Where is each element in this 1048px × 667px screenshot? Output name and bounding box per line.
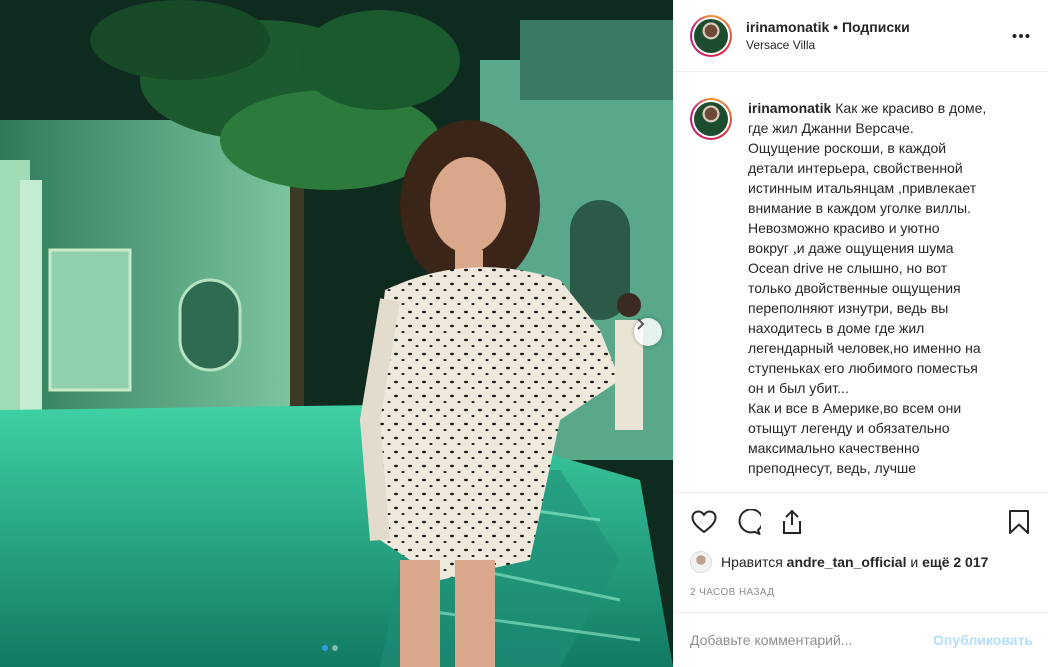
like-button[interactable]	[690, 508, 718, 536]
carousel-dot	[332, 645, 338, 651]
carousel-next-button[interactable]	[634, 318, 662, 346]
avatar-border	[692, 100, 730, 138]
caption-avatar[interactable]	[690, 98, 732, 140]
likes-conjunction: и	[910, 554, 919, 570]
avatar-image	[694, 102, 728, 136]
share-button[interactable]	[778, 508, 806, 536]
post-details-panel: irinamonatik • Подписки Versace Villa ir…	[673, 0, 1048, 667]
caption-text: Как же красиво в доме, где жил Джанни Ве…	[748, 100, 987, 476]
location-link[interactable]: Versace Villa	[746, 36, 910, 54]
caption-area: irinamonatik Как же красиво в доме, где ж…	[674, 72, 1048, 492]
post-actions: Нравится andre_tan_official и ещё 2 017 …	[674, 492, 1048, 598]
publish-button[interactable]: Опубликовать	[933, 632, 1033, 648]
post-photo[interactable]	[0, 0, 673, 667]
more-options-button[interactable]	[1012, 26, 1030, 42]
photo-scene	[0, 0, 673, 667]
bookmark-icon	[1009, 510, 1029, 534]
liker-username[interactable]: andre_tan_official	[787, 554, 907, 570]
save-button[interactable]	[1005, 508, 1033, 536]
likes-count-link[interactable]: ещё 2 017	[922, 554, 988, 570]
post-header: irinamonatik • Подписки Versace Villa	[674, 0, 1048, 72]
avatar[interactable]	[690, 14, 732, 57]
username-link[interactable]: irinamonatik	[746, 19, 829, 35]
share-icon	[783, 509, 801, 534]
avatar-image	[694, 18, 728, 53]
carousel-dot-active	[322, 645, 328, 651]
comment-button[interactable]	[734, 508, 762, 536]
separator: •	[833, 18, 839, 35]
more-horizontal-icon	[1012, 34, 1030, 38]
header-text: irinamonatik • Подписки Versace Villa	[746, 18, 910, 54]
post-timestamp[interactable]: 2 часов назад	[690, 587, 1033, 598]
avatar-border	[692, 16, 730, 55]
comment-icon	[738, 509, 761, 535]
carousel-indicator	[322, 645, 338, 651]
caption-username[interactable]: irinamonatik	[748, 100, 831, 116]
comment-input[interactable]	[690, 632, 934, 648]
comment-form: Опубликовать	[674, 612, 1048, 667]
likes-prefix: Нравится	[721, 554, 783, 570]
likes-summary: Нравится andre_tan_official и ещё 2 017	[690, 551, 1033, 573]
caption: irinamonatik Как же красиво в доме, где ж…	[748, 98, 1018, 492]
liker-avatar[interactable]	[690, 551, 712, 573]
following-button[interactable]: Подписки	[842, 19, 910, 35]
heart-icon	[691, 510, 717, 534]
chevron-right-icon	[637, 318, 645, 330]
action-icons	[690, 505, 1033, 539]
username-line: irinamonatik • Подписки	[746, 18, 910, 36]
